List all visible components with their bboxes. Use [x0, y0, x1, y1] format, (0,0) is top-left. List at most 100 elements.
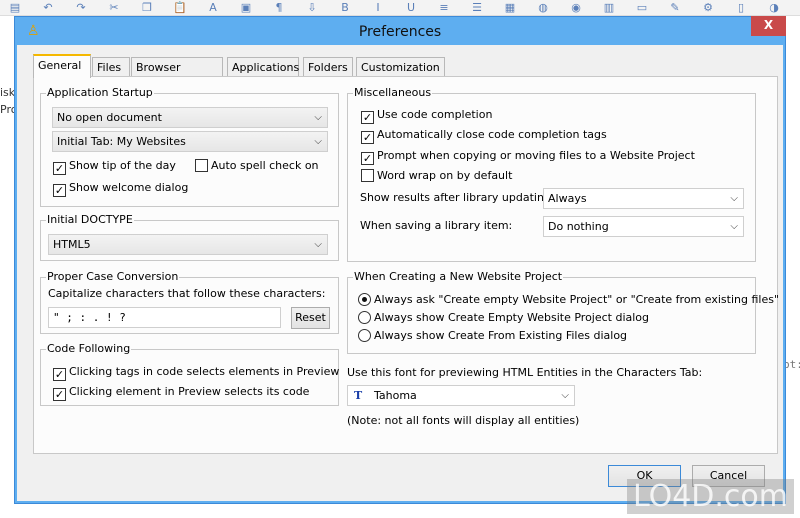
close-button[interactable]: X	[751, 16, 786, 36]
tab-browser-testing[interactable]: Browser Testing	[131, 57, 223, 93]
checkbox-icon: ✓	[53, 162, 66, 175]
new-file-icon[interactable]: ▤	[8, 1, 22, 14]
chevron-down-icon: ⌵	[314, 112, 322, 123]
miscellaneous-group: Miscellaneous ✓ Use code completion ✓ Auto…	[347, 86, 756, 262]
tags-select-preview-checkbox[interactable]: ✓ Clicking tags in code selects elements …	[53, 364, 340, 381]
checkbox-icon: ✓	[53, 368, 66, 381]
proper-case-label: Capitalize characters that follow these …	[48, 287, 326, 300]
checkbox-icon: ✓	[361, 111, 374, 124]
chevron-down-icon: ⌵	[314, 239, 322, 250]
layout-icon[interactable]: ▯	[734, 1, 748, 14]
download-icon[interactable]: ⇩	[305, 1, 319, 14]
select-value: HTML5	[53, 238, 91, 251]
form-icon[interactable]: ▭	[635, 1, 649, 14]
open-document-select[interactable]: No open document ⌵	[52, 107, 328, 128]
checkbox-label: Auto spell check on	[211, 159, 319, 172]
radio-icon	[358, 293, 371, 306]
chevron-down-icon: ⌵	[730, 221, 738, 232]
checkbox-label: Clicking tags in code selects elements i…	[69, 365, 340, 378]
select-value: No open document	[57, 111, 162, 124]
paragraph-icon[interactable]: ¶	[272, 1, 286, 14]
group-legend: When Creating a New Website Project	[353, 270, 564, 283]
redo-icon[interactable]: ↷	[74, 1, 88, 14]
saving-label: When saving a library item:	[360, 219, 513, 232]
group-legend: Miscellaneous	[353, 86, 433, 99]
color-icon[interactable]: ◉	[569, 1, 583, 14]
table-icon[interactable]: ▥	[602, 1, 616, 14]
font-label: Use this font for previewing HTML Entiti…	[347, 366, 703, 379]
characters-input[interactable]: " ; : . ! ?	[48, 307, 281, 328]
checkbox-icon: ✓	[53, 184, 66, 197]
reset-button[interactable]: Reset	[291, 307, 330, 329]
list-icon[interactable]: ☰	[470, 1, 484, 14]
radio-existing-files[interactable]: Always show Create From Existing Files d…	[358, 328, 627, 344]
image-icon[interactable]: ▣	[239, 1, 253, 14]
checkbox-label: Use code completion	[377, 108, 493, 121]
initial-tab-select[interactable]: Initial Tab: My Websites ⌵	[52, 131, 328, 152]
checkbox-label: Prompt when copying or moving files to a…	[377, 149, 695, 162]
checkbox-icon	[195, 159, 208, 172]
font-icon[interactable]: A	[206, 1, 220, 14]
tab-general[interactable]: General	[33, 54, 91, 78]
cut-icon[interactable]: ✂	[107, 1, 121, 14]
group-legend: Initial DOCTYPE	[46, 213, 134, 226]
copy-icon[interactable]: ❐	[140, 1, 154, 14]
radio-always-ask[interactable]: Always ask "Create empty Website Project…	[358, 292, 779, 308]
tab-customization[interactable]: Customization	[356, 57, 445, 77]
results-select[interactable]: Always ⌵	[543, 188, 744, 209]
paste-icon[interactable]: 📋	[173, 1, 187, 14]
preview-icon[interactable]: ◑	[767, 1, 781, 14]
tab-folders[interactable]: Folders	[303, 57, 353, 77]
edit-icon[interactable]: ✎	[668, 1, 682, 14]
italic-icon[interactable]: I	[371, 1, 385, 14]
code-completion-checkbox[interactable]: ✓ Use code completion	[361, 107, 493, 124]
undo-icon[interactable]: ↶	[41, 1, 55, 14]
general-panel: Application Startup No open document ⌵ In…	[33, 76, 779, 454]
watermark-logo: LO4D.com	[626, 479, 794, 514]
checkbox-icon	[361, 169, 374, 182]
close-tags-checkbox[interactable]: ✓ Automatically close code completion tag…	[361, 127, 607, 144]
initial-doctype-group: Initial DOCTYPE HTML5 ⌵	[40, 213, 339, 261]
chevron-down-icon: ⌵	[314, 136, 322, 147]
font-icon: T	[354, 389, 363, 402]
preview-selects-code-checkbox[interactable]: ✓ Clicking element in Preview selects its…	[53, 384, 310, 401]
checkbox-label: Automatically close code completion tags	[377, 128, 607, 141]
tab-files[interactable]: Files	[92, 57, 130, 77]
auto-spell-checkbox[interactable]: Auto spell check on	[195, 158, 319, 174]
word-wrap-checkbox[interactable]: Word wrap on by default	[361, 168, 512, 184]
chevron-down-icon: ⌵	[730, 193, 738, 204]
align-icon[interactable]: ≡	[437, 1, 451, 14]
dialog-body: General Files Browser Testing Applicatio…	[17, 45, 783, 501]
globe-icon[interactable]: ◍	[536, 1, 550, 14]
checkbox-icon: ✓	[361, 131, 374, 144]
underline-icon[interactable]: U	[404, 1, 418, 14]
gear-icon[interactable]: ⚙	[701, 1, 715, 14]
checkbox-label: Show welcome dialog	[69, 181, 189, 194]
select-value: Initial Tab: My Websites	[57, 135, 186, 148]
prompt-copy-checkbox[interactable]: ✓ Prompt when copying or moving files to …	[361, 148, 695, 165]
group-legend: Application Startup	[46, 86, 154, 99]
doctype-select[interactable]: HTML5 ⌵	[48, 234, 328, 255]
show-tip-checkbox[interactable]: ✓ Show tip of the day	[53, 158, 176, 175]
saving-select[interactable]: Do nothing ⌵	[543, 216, 744, 237]
group-legend: Proper Case Conversion	[46, 270, 180, 283]
select-value: Do nothing	[548, 220, 609, 233]
show-welcome-checkbox[interactable]: ✓ Show welcome dialog	[53, 180, 189, 197]
dialog-title: Preferences	[358, 24, 442, 40]
checkbox-label: Word wrap on by default	[377, 169, 513, 182]
radio-label: Always show Create From Existing Files d…	[374, 329, 628, 342]
checkbox-label: Clicking element in Preview selects its …	[69, 385, 310, 398]
radio-empty-project[interactable]: Always show Create Empty Website Project…	[358, 310, 649, 326]
new-project-group: When Creating a New Website Project Alwa…	[347, 270, 779, 354]
select-value: Tahoma	[374, 389, 417, 402]
app-toolbar: ▤ ↶ ↷ ✂ ❐ 📋 A ▣ ¶ ⇩ B I U ≡ ☰ ▦ ◍ ◉ ▥ ▭ ✎ ⚙ ▯ ◑	[0, 0, 800, 16]
group-legend: Code Following	[46, 342, 132, 355]
chevron-down-icon: ⌵	[561, 390, 569, 401]
bold-icon[interactable]: B	[338, 1, 352, 14]
select-value: Always	[548, 192, 587, 205]
radio-label: Always show Create Empty Website Project…	[374, 311, 650, 324]
font-select[interactable]: T Tahoma ⌵	[347, 385, 575, 406]
tab-applications[interactable]: Applications	[227, 57, 299, 77]
application-startup-group: Application Startup No open document ⌵ In…	[40, 86, 339, 207]
picture-icon[interactable]: ▦	[503, 1, 517, 14]
